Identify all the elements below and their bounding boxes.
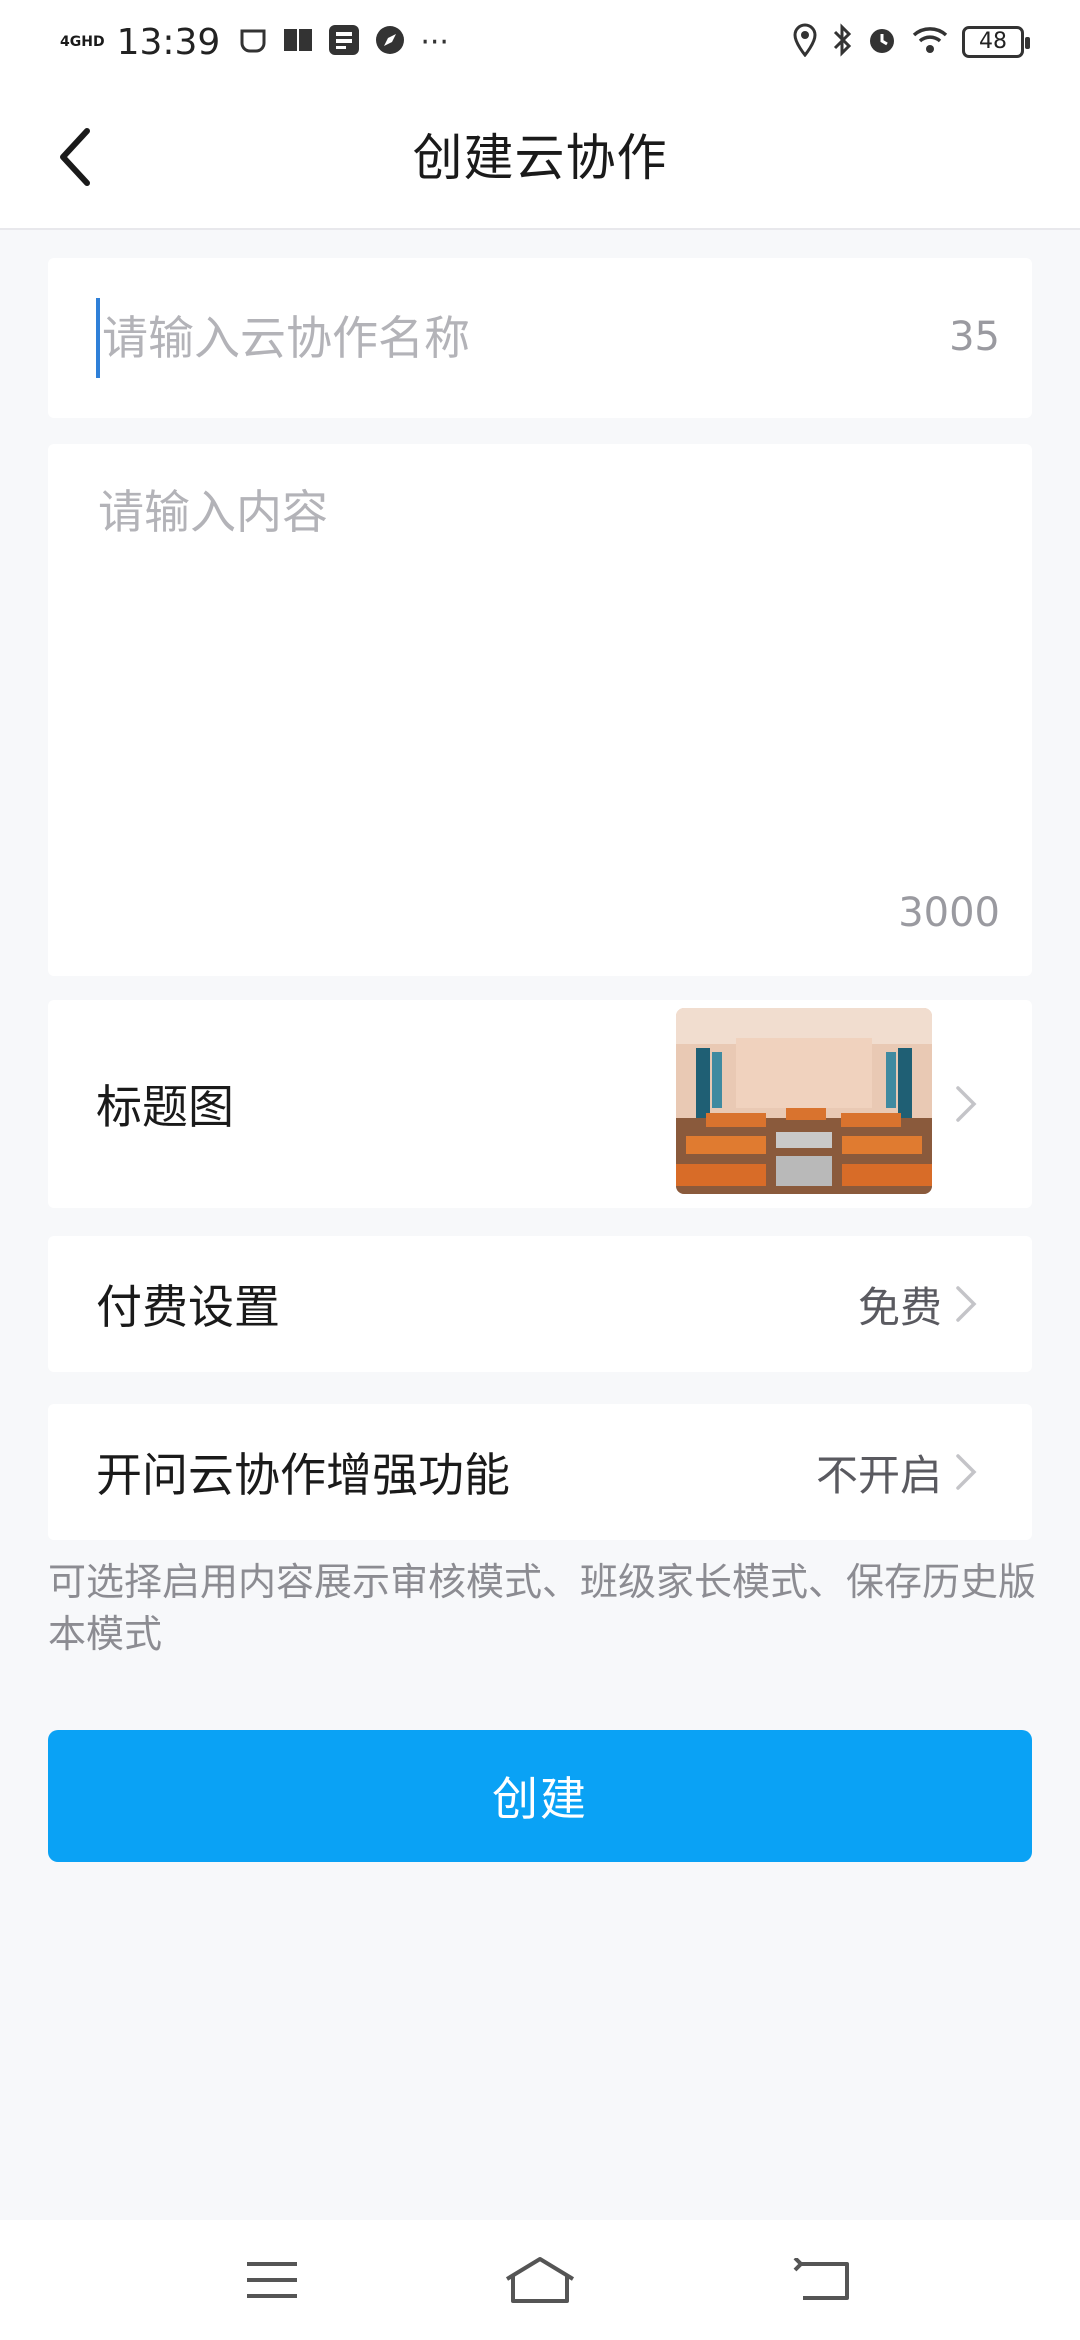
content-card: 3000 bbox=[48, 444, 1032, 976]
return-icon bbox=[793, 2258, 849, 2300]
payment-settings-row[interactable]: 付费设置 免费 bbox=[48, 1236, 1032, 1372]
nav-bar: 创建云协作 bbox=[0, 84, 1080, 230]
enhanced-features-value: 不开启 bbox=[815, 1450, 942, 1500]
location-icon bbox=[792, 23, 818, 61]
page-title: 创建云协作 bbox=[412, 129, 668, 187]
status-right: 48 bbox=[792, 18, 1030, 66]
cover-image-label: 标题图 bbox=[96, 1080, 234, 1134]
more-status-icon: ··· bbox=[420, 24, 449, 60]
cover-image-row[interactable]: 标题图 bbox=[48, 1000, 1032, 1208]
enhanced-features-label: 开问云协作增强功能 bbox=[96, 1448, 510, 1502]
name-char-counter: 35 bbox=[949, 314, 1000, 360]
home-button[interactable] bbox=[490, 2240, 590, 2320]
network-indicator: 4GHD bbox=[60, 34, 105, 50]
status-time: 13:39 bbox=[116, 21, 221, 63]
bluetooth-icon bbox=[832, 23, 852, 61]
payment-settings-label: 付费设置 bbox=[96, 1280, 280, 1334]
status-bar: 4GHD 13:39 ··· 48 bbox=[0, 0, 1080, 84]
collab-name-input[interactable] bbox=[96, 298, 876, 378]
content-char-counter: 3000 bbox=[898, 890, 1000, 936]
system-nav-bar bbox=[0, 2220, 1080, 2340]
wifi-icon bbox=[912, 25, 948, 59]
home-icon bbox=[505, 2257, 575, 2303]
return-button[interactable] bbox=[772, 2240, 872, 2320]
alarm-icon bbox=[866, 24, 898, 60]
chevron-right-icon bbox=[956, 1454, 977, 1490]
compass-icon bbox=[374, 24, 406, 60]
create-button[interactable]: 创建 bbox=[48, 1730, 1032, 1862]
app-icon bbox=[328, 24, 360, 60]
enhanced-features-hint: 可选择启用内容展示审核模式、班级家长模式、保存历史版本模式 bbox=[48, 1560, 1037, 1656]
chevron-right-icon bbox=[956, 1086, 977, 1122]
menu-button[interactable] bbox=[222, 2240, 322, 2320]
notification-icon bbox=[238, 25, 268, 59]
battery-indicator: 48 bbox=[962, 26, 1030, 58]
enhanced-features-row[interactable]: 开问云协作增强功能 不开启 bbox=[48, 1404, 1032, 1540]
cover-image-thumbnail[interactable] bbox=[676, 1008, 932, 1194]
status-left: 4GHD 13:39 ··· bbox=[60, 18, 463, 66]
chevron-right-icon bbox=[956, 1286, 977, 1322]
name-card: 35 bbox=[48, 258, 1032, 418]
book-icon bbox=[282, 26, 314, 58]
content-textarea[interactable] bbox=[96, 474, 976, 854]
menu-icon bbox=[247, 2262, 297, 2298]
payment-settings-value: 免费 bbox=[857, 1282, 942, 1332]
